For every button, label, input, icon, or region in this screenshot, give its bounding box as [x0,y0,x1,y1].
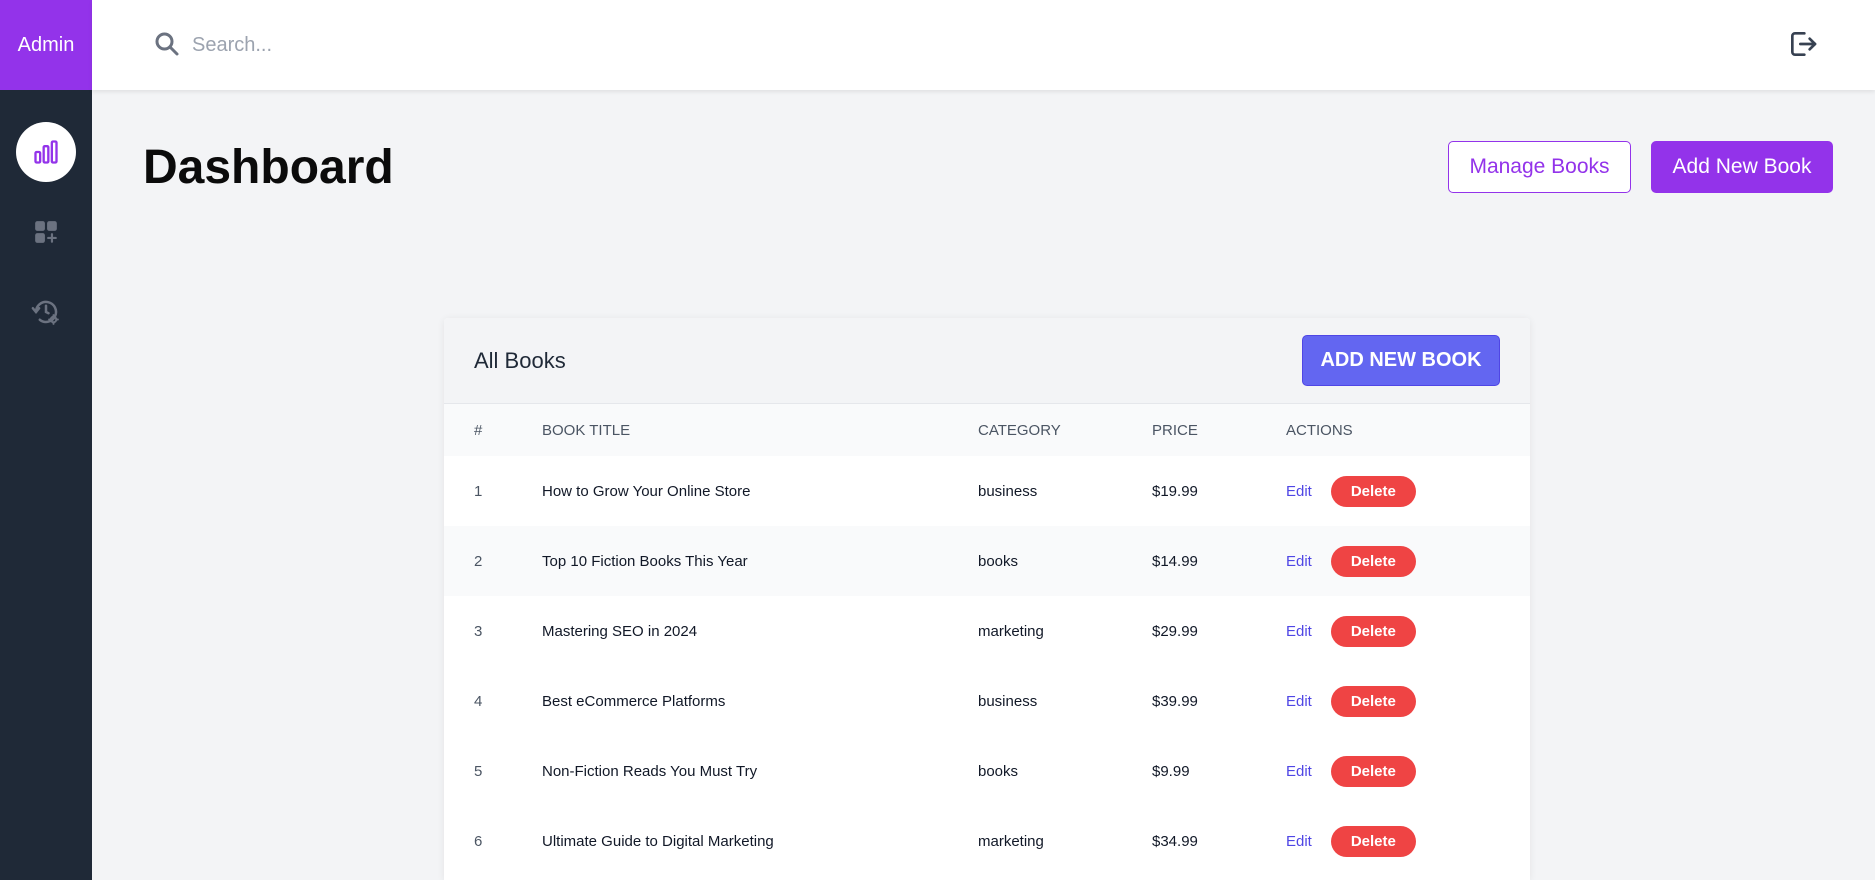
sidebar-item-apps[interactable] [16,202,76,262]
table-row: 2 Top 10 Fiction Books This Year books $… [444,526,1530,596]
table-row: 6 Ultimate Guide to Digital Marketing ma… [444,806,1530,876]
row-number: 4 [474,692,483,710]
row-number: 1 [474,482,483,500]
row-price: $19.99 [1152,482,1198,500]
table-row: 5 Non-Fiction Reads You Must Try books $… [444,736,1530,806]
row-title: Top 10 Fiction Books This Year [542,552,748,570]
delete-button[interactable]: Delete [1330,475,1416,507]
row-actions: Edit Delete [1286,545,1416,577]
row-title: Ultimate Guide to Digital Marketing [542,832,774,850]
delete-button[interactable]: Delete [1330,825,1416,857]
row-price: $9.99 [1152,762,1190,780]
column-header-price: PRICE [1152,421,1198,439]
search-icon [155,32,179,56]
column-header-title: BOOK TITLE [542,421,631,439]
column-header-number: # [474,421,483,439]
row-category: books [978,762,1019,780]
delete-button[interactable]: Delete [1330,755,1416,787]
edit-link[interactable]: Edit [1286,553,1312,570]
row-category: business [978,692,1038,710]
row-category: marketing [978,832,1044,850]
row-price: $34.99 [1152,832,1198,850]
row-category: marketing [978,622,1044,640]
row-number: 2 [474,552,483,570]
logout-icon[interactable] [1787,28,1819,60]
sidebar-item-history[interactable] [16,282,76,342]
row-title: Non-Fiction Reads You Must Try [542,762,758,780]
edit-link[interactable]: Edit [1286,763,1312,780]
apps-add-icon [35,221,57,243]
row-actions: Edit Delete [1286,825,1416,857]
row-number: 6 [474,832,483,850]
table-header: # BOOK TITLE CATEGORY PRICE ACTIONS [444,404,1530,456]
edit-link[interactable]: Edit [1286,483,1312,500]
edit-link[interactable]: Edit [1286,623,1312,640]
row-title: Best eCommerce Platforms [542,692,726,710]
row-title: Mastering SEO in 2024 [542,622,698,640]
row-price: $39.99 [1152,692,1198,710]
search-input[interactable] [192,24,792,66]
row-price: $29.99 [1152,622,1198,640]
sidebar-item-dashboard[interactable] [16,122,76,182]
row-actions: Edit Delete [1286,685,1416,717]
row-category: books [978,552,1019,570]
column-header-category: CATEGORY [978,421,1061,439]
row-category: business [978,482,1038,500]
table-add-book-button[interactable]: ADD NEW BOOK [1302,335,1500,386]
history-settings-icon [31,300,59,325]
sidebar: Admin [0,0,92,880]
sidebar-nav [0,90,92,342]
table-row: 3 Mastering SEO in 2024 marketing $29.99… [444,596,1530,666]
row-title: How to Grow Your Online Store [542,482,751,500]
row-actions: Edit Delete [1286,755,1416,787]
manage-books-button[interactable]: Manage Books [1448,141,1631,193]
row-number: 5 [474,762,483,780]
row-number: 3 [474,622,483,640]
page-title: Dashboard [143,141,394,194]
delete-button[interactable]: Delete [1330,685,1416,717]
table-row: 1 How to Grow Your Online Store business… [444,456,1530,526]
edit-link[interactable]: Edit [1286,833,1312,850]
books-table-card: All Books ADD NEW BOOK # BOOK TITLE CATE… [444,318,1530,880]
delete-button[interactable]: Delete [1330,615,1416,647]
brand-logo[interactable]: Admin [0,0,92,90]
card-header: All Books ADD NEW BOOK [444,318,1530,404]
row-price: $14.99 [1152,552,1198,570]
row-actions: Edit Delete [1286,475,1416,507]
bar-chart-icon [34,140,58,164]
delete-button[interactable]: Delete [1330,545,1416,577]
edit-link[interactable]: Edit [1286,693,1312,710]
row-actions: Edit Delete [1286,615,1416,647]
topbar [92,0,1875,90]
add-new-book-button[interactable]: Add New Book [1651,141,1833,193]
table-row: 4 Best eCommerce Platforms business $39.… [444,666,1530,736]
card-title: All Books [474,347,566,373]
column-header-actions: ACTIONS [1286,421,1353,439]
